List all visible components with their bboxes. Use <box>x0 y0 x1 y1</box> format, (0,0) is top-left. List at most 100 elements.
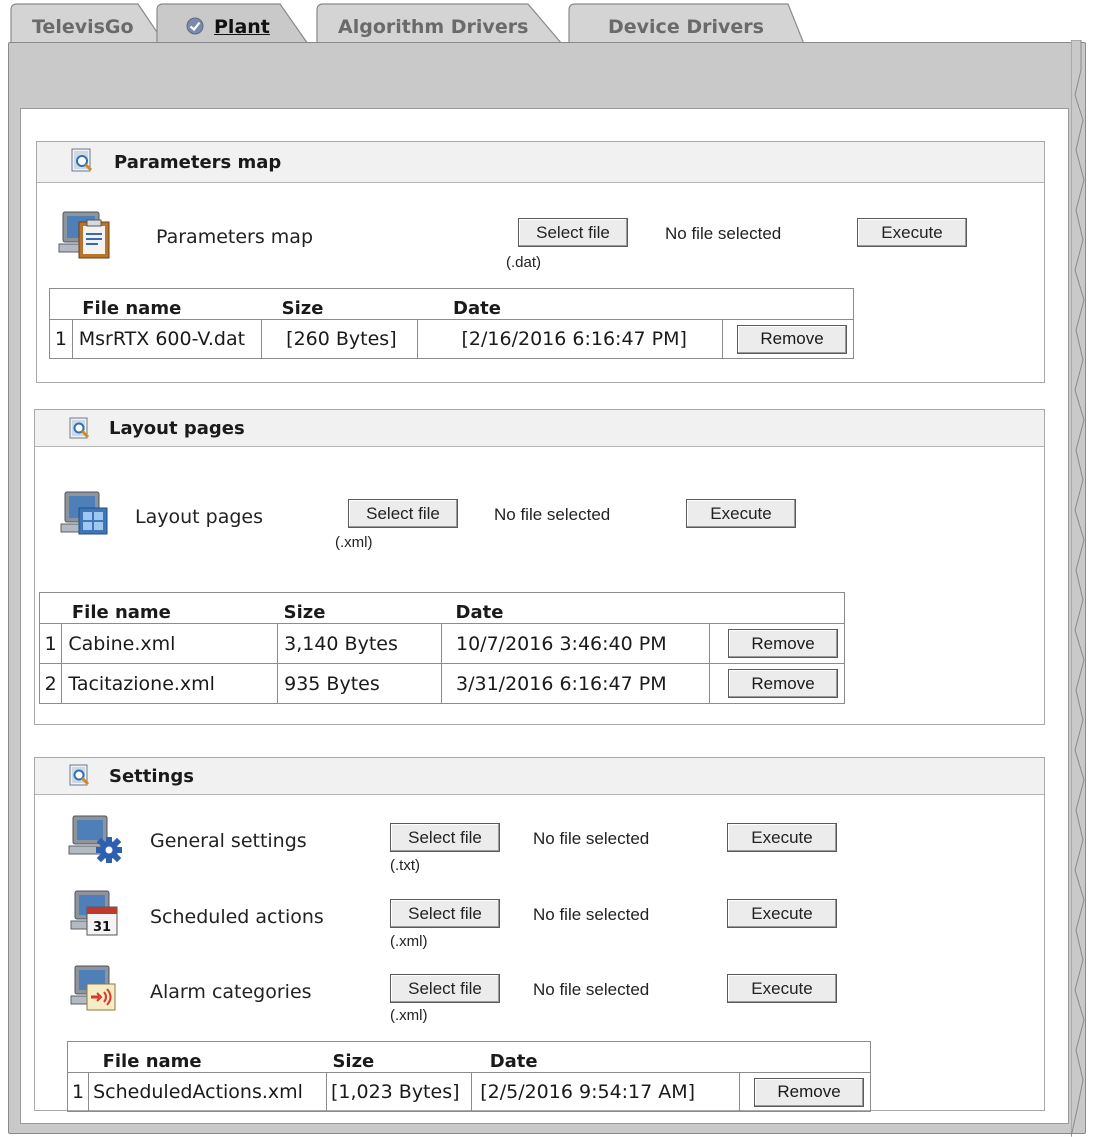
column-header: File name <box>88 1041 327 1073</box>
row-label: Parameters map <box>156 226 314 248</box>
column-header: Size <box>326 1041 472 1073</box>
execute-button[interactable]: Execute <box>857 218 967 247</box>
row-label: Scheduled actions <box>150 906 324 928</box>
files-table: File name Size Date 1 Cabine.xml 3,140 B… <box>38 592 845 704</box>
remove-button[interactable]: Remove <box>728 669 838 698</box>
row-index: 1 <box>66 1072 90 1112</box>
action-header <box>709 592 845 624</box>
row-index: 1 <box>49 319 73 359</box>
file-date-cell: 10/7/2016 3:46:40 PM <box>441 623 710 664</box>
section-settings: Settings General settings Select file (.… <box>34 757 1045 1112</box>
action-header <box>722 288 854 320</box>
computer-alarm-icon <box>69 964 125 1022</box>
table-row: 2 Tacitazione.xml 935 Bytes 3/31/2016 6:… <box>38 663 845 704</box>
index-header <box>39 592 62 624</box>
tab-label: Algorithm Drivers <box>338 16 529 38</box>
column-header: File name <box>72 288 262 320</box>
computer-calendar-icon: 31 <box>69 889 125 947</box>
select-file-button[interactable]: Select file <box>390 823 500 852</box>
column-header: Date <box>471 1041 740 1073</box>
files-table: File name Size Date 1 MsrRTX 600-V.dat [… <box>49 288 854 359</box>
index-header <box>67 1041 89 1073</box>
remove-button[interactable]: Remove <box>754 1077 864 1107</box>
magnifier-document-icon <box>69 764 91 792</box>
column-header: Date <box>441 592 710 624</box>
tab-label: TelevisGo <box>32 16 134 38</box>
file-extension-hint: (.dat) <box>506 254 542 271</box>
table-row: 1 Cabine.xml 3,140 Bytes 10/7/2016 3:46:… <box>38 623 845 664</box>
action-cell: Remove <box>709 663 845 704</box>
section-parameters-map: Parameters map Parameters map Select fil… <box>36 141 1045 383</box>
torn-edge-decoration <box>1071 40 1085 1137</box>
file-date-cell: [2/16/2016 6:16:47 PM] <box>416 319 724 359</box>
calendar-day: 31 <box>93 920 111 935</box>
section-title: Layout pages <box>109 418 245 439</box>
execute-button[interactable]: Execute <box>727 974 837 1003</box>
row-label: Layout pages <box>135 506 263 528</box>
file-size-cell: [260 Bytes] <box>261 319 418 359</box>
tab-label: Plant <box>214 16 270 38</box>
remove-button[interactable]: Remove <box>728 629 838 658</box>
clipboard-computer-icon <box>57 210 113 266</box>
select-file-button[interactable]: Select file <box>390 974 500 1003</box>
file-size-cell: 3,140 Bytes <box>277 623 442 664</box>
table-header-row: File name Size Date <box>49 288 854 320</box>
file-size-cell: 935 Bytes <box>277 663 442 704</box>
section-layout-pages: Layout pages Layout pages Select file (.… <box>34 409 1045 725</box>
table-row: 1 ScheduledActions.xml [1,023 Bytes] [2/… <box>66 1072 871 1112</box>
execute-button[interactable]: Execute <box>727 899 837 928</box>
file-status: No file selected <box>533 980 650 999</box>
file-name-cell: Cabine.xml <box>61 623 279 664</box>
table-header-row: File name Size Date <box>39 592 845 624</box>
action-cell: Remove <box>709 623 845 664</box>
file-status: No file selected <box>665 224 782 243</box>
column-header: Size <box>277 592 442 624</box>
section-header: Settings <box>35 758 1044 795</box>
section-header: Layout pages <box>35 410 1044 447</box>
execute-button[interactable]: Execute <box>686 499 796 528</box>
table-row: 1 MsrRTX 600-V.dat [260 Bytes] [2/16/201… <box>49 319 854 359</box>
action-header <box>739 1041 871 1073</box>
action-cell: Remove <box>722 319 854 359</box>
section-title: Parameters map <box>114 152 282 173</box>
tab-televisgo[interactable]: TelevisGo <box>10 0 170 44</box>
file-extension-hint: (.txt) <box>390 857 420 874</box>
action-cell: Remove <box>739 1072 871 1112</box>
tab-device-drivers[interactable]: Device Drivers <box>568 0 808 44</box>
tab-label: Device Drivers <box>608 16 764 38</box>
file-status: No file selected <box>533 905 650 924</box>
execute-button[interactable]: Execute <box>727 823 837 852</box>
file-status: No file selected <box>533 829 650 848</box>
section-title: Settings <box>109 766 194 787</box>
file-name-cell: ScheduledActions.xml <box>88 1072 327 1112</box>
layout-computer-icon <box>59 490 113 548</box>
tab-plant[interactable]: Plant <box>156 0 316 44</box>
select-file-button[interactable]: Select file <box>348 499 458 528</box>
row-label: General settings <box>150 830 307 852</box>
magnifier-document-icon <box>69 417 91 445</box>
files-table: File name Size Date 1 ScheduledActions.x… <box>66 1041 871 1112</box>
file-extension-hint: (.xml) <box>390 933 428 950</box>
column-header: Date <box>417 288 723 320</box>
file-extension-hint: (.xml) <box>335 534 373 551</box>
table-header-row: File name Size Date <box>67 1041 871 1073</box>
file-date-cell: 3/31/2016 6:16:47 PM <box>441 663 710 704</box>
content-area: Parameters map Parameters map Select fil… <box>20 108 1069 1124</box>
file-date-cell: [2/5/2016 9:54:17 AM] <box>471 1072 740 1112</box>
file-extension-hint: (.xml) <box>390 1007 428 1024</box>
file-size-cell: [1,023 Bytes] <box>325 1072 473 1112</box>
column-header: Size <box>261 288 418 320</box>
tab-algorithm-drivers[interactable]: Algorithm Drivers <box>316 0 566 44</box>
section-header: Parameters map <box>37 142 1044 183</box>
column-header: File name <box>61 592 278 624</box>
index-header <box>49 288 73 320</box>
select-file-button[interactable]: Select file <box>518 218 628 247</box>
row-index: 2 <box>38 663 63 704</box>
row-label: Alarm categories <box>150 981 312 1003</box>
computer-gear-icon <box>67 814 127 870</box>
remove-button[interactable]: Remove <box>737 324 847 354</box>
row-index: 1 <box>38 623 63 664</box>
select-file-button[interactable]: Select file <box>390 899 500 928</box>
file-status: No file selected <box>494 505 611 524</box>
magnifier-document-icon <box>71 148 93 178</box>
